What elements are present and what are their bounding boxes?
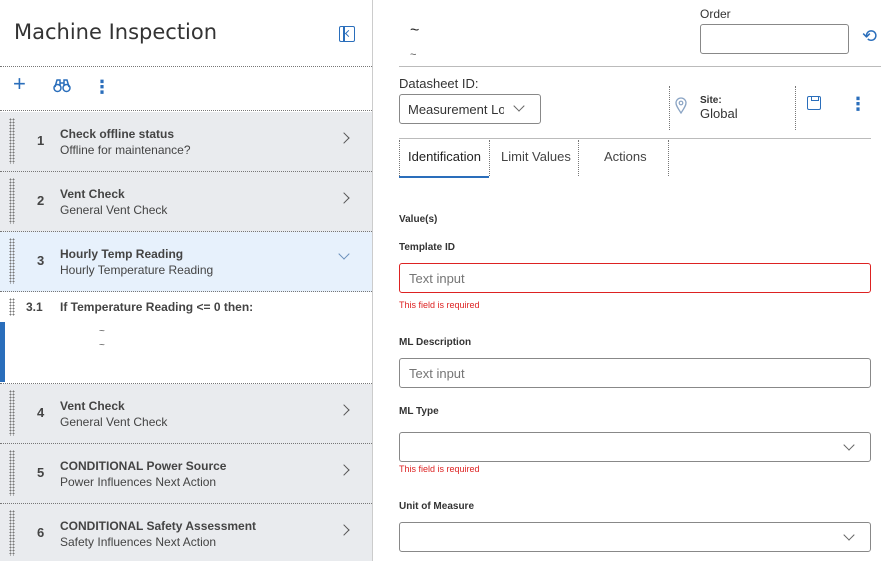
refresh-icon[interactable]: ⟲	[862, 26, 877, 47]
step-item-1[interactable]: 1 Check offline status Offline for maint…	[0, 112, 372, 172]
divider	[399, 140, 400, 176]
step-title: Check offline status	[60, 127, 175, 141]
chevron-right-icon[interactable]	[338, 524, 350, 536]
record-title: ~	[410, 22, 420, 39]
divider	[669, 86, 670, 130]
divider	[795, 86, 796, 130]
tab-limit-values[interactable]: Limit Values	[501, 149, 571, 164]
chevron-right-icon[interactable]	[338, 192, 350, 204]
template-id-input[interactable]	[399, 263, 871, 293]
chevron-right-icon[interactable]	[338, 464, 350, 476]
site-label: Site:	[700, 95, 722, 106]
sub-condition-item[interactable]: 3.1 If Temperature Reading <= 0 then:	[0, 292, 372, 322]
step-title: Vent Check	[60, 399, 125, 413]
step-subtitle: Hourly Temperature Reading	[60, 263, 214, 277]
step-number: 6	[37, 525, 45, 540]
step-item-6[interactable]: 6 CONDITIONAL Safety Assessment Safety I…	[0, 504, 372, 561]
panel-divider	[372, 0, 373, 561]
step-number: 5	[37, 465, 45, 480]
drag-handle-icon[interactable]	[9, 450, 15, 496]
kebab-icon[interactable]: ⋮	[93, 78, 111, 96]
page-title: Machine Inspection	[14, 20, 218, 44]
sub-line-1: ~	[99, 326, 105, 337]
step-subtitle: General Vent Check	[60, 203, 168, 217]
drag-handle-icon[interactable]	[9, 238, 15, 284]
step-title: CONDITIONAL Safety Assessment	[60, 519, 257, 533]
step-item-3[interactable]: 3 Hourly Temp Reading Hourly Temperature…	[0, 232, 372, 292]
template-id-label: Template ID	[399, 242, 455, 253]
step-title: Hourly Temp Reading	[60, 247, 184, 261]
step-item-2[interactable]: 2 Vent Check General Vent Check	[0, 172, 372, 232]
order-label: Order	[700, 7, 731, 21]
kebab-icon[interactable]: ⋮	[849, 94, 867, 115]
drag-handle-icon[interactable]	[9, 298, 15, 316]
ml-description-input[interactable]	[399, 358, 871, 388]
chevron-down-icon[interactable]	[338, 248, 350, 260]
step-subtitle: General Vent Check	[60, 415, 168, 429]
chevron-down-icon	[843, 529, 855, 541]
tab-actions[interactable]: Actions	[604, 149, 647, 164]
step-number: 1	[37, 133, 45, 148]
section-label: Value(s)	[399, 214, 438, 225]
step-number: 4	[37, 405, 45, 420]
step-item-4[interactable]: 4 Vent Check General Vent Check	[0, 384, 372, 444]
divider	[578, 140, 579, 176]
step-subtitle: Power Influences Next Action	[60, 475, 217, 489]
chevron-down-icon	[843, 439, 855, 451]
ml-description-label: ML Description	[399, 337, 472, 348]
template-id-error: This field is required	[399, 300, 480, 310]
sub-line-2: ~	[99, 340, 105, 351]
step-subtitle: Offline for maintenance?	[60, 143, 191, 157]
active-indicator	[0, 322, 5, 382]
site-value: Global	[700, 106, 738, 121]
drag-handle-icon[interactable]	[9, 510, 15, 556]
divider	[399, 66, 881, 67]
chevron-down-icon	[513, 100, 525, 112]
unit-of-measure-label: Unit of Measure	[399, 501, 475, 512]
sub-step-number: 3.1	[26, 300, 43, 314]
drag-handle-icon[interactable]	[9, 390, 15, 436]
step-number: 2	[37, 193, 45, 208]
chevron-right-icon[interactable]	[338, 132, 350, 144]
steps-panel: Machine Inspection + ⋮ 1 Check offline s…	[0, 0, 372, 561]
ml-type-label: ML Type	[399, 406, 439, 417]
unit-of-measure-select[interactable]	[399, 522, 871, 552]
sub-condition-body[interactable]: ~ ~	[0, 322, 372, 384]
datasheet-select[interactable]: Measurement Location	[399, 94, 541, 124]
plus-icon[interactable]: +	[13, 73, 26, 95]
location-pin-icon-svg	[675, 97, 687, 115]
tab-identification[interactable]: Identification	[408, 149, 481, 164]
datasheet-value: Measurement Location	[408, 102, 504, 117]
step-title: CONDITIONAL Power Source	[60, 459, 227, 473]
binoculars-icon-svg	[53, 79, 71, 93]
step-title: Vent Check	[60, 187, 125, 201]
active-tab-indicator	[399, 176, 489, 178]
step-item-5[interactable]: 5 CONDITIONAL Power Source Power Influen…	[0, 444, 372, 504]
step-subtitle: Safety Influences Next Action	[60, 535, 217, 549]
ml-type-select[interactable]	[399, 432, 871, 462]
location-pin-icon	[675, 97, 687, 119]
step-number: 3	[37, 253, 45, 268]
divider	[668, 140, 669, 176]
binoculars-icon[interactable]	[53, 78, 71, 97]
divider	[0, 110, 372, 111]
ml-type-error: This field is required	[399, 464, 480, 474]
drag-handle-icon[interactable]	[9, 118, 15, 164]
sub-step-title: If Temperature Reading <= 0 then:	[60, 300, 254, 314]
step-list: 1 Check offline status Offline for maint…	[0, 112, 372, 561]
divider	[489, 140, 490, 176]
record-subtitle: ~	[410, 49, 417, 61]
order-input[interactable]	[700, 24, 849, 54]
divider	[0, 66, 372, 67]
drag-handle-icon[interactable]	[9, 178, 15, 224]
datasheet-label: Datasheet ID:	[399, 76, 479, 91]
divider	[399, 138, 871, 139]
chevron-right-icon[interactable]	[338, 404, 350, 416]
save-icon[interactable]	[807, 96, 821, 110]
collapse-panel-icon[interactable]	[339, 26, 355, 42]
